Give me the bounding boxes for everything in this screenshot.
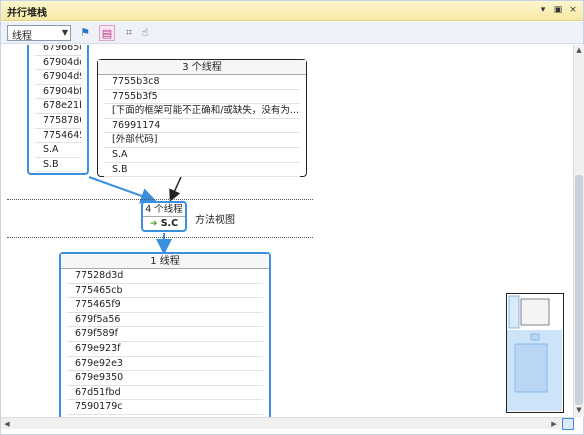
title-bar: 并行堆栈 ▾ ▣ × xyxy=(1,1,583,21)
stack-frame-row[interactable]: 77587865 xyxy=(35,114,81,129)
stack-frame-row[interactable]: [外部代码] xyxy=(104,133,300,148)
stack-frame-row[interactable]: 7755b3c8 xyxy=(104,75,300,90)
method-node-header: 4 个线程 xyxy=(143,203,185,217)
current-thread-icon: ➜ xyxy=(149,219,158,229)
zoom-icon[interactable]: ⌗ xyxy=(121,25,137,41)
chevron-down-icon: ▼ xyxy=(61,28,68,37)
close-button[interactable]: × xyxy=(567,4,579,16)
method-view-label: 方法视图 xyxy=(195,215,235,226)
stack-header: 3 个线程 xyxy=(98,60,306,75)
minimap-toggle-icon[interactable] xyxy=(562,418,574,430)
view-select-value: 线程 xyxy=(12,31,32,42)
connector-left-to-method xyxy=(88,176,157,204)
method-node[interactable]: 4 个线程 ➜ S.C xyxy=(141,201,187,232)
stack-frame-row[interactable]: 7590179c xyxy=(67,400,263,415)
stack-frame-row[interactable]: S.B xyxy=(104,163,300,178)
minimap-thumbnail xyxy=(507,295,562,411)
stack-frame-row[interactable]: S.A xyxy=(104,148,300,163)
stack-frame-row[interactable]: 67904dc9 xyxy=(35,56,81,71)
stack-frame-row[interactable]: 67d51fbd xyxy=(67,386,263,401)
window-dropdown-button[interactable]: ▾ xyxy=(537,4,549,16)
stack-frame-row[interactable]: 775465f9 xyxy=(67,298,263,313)
stack-frame-row[interactable]: 679e9350 xyxy=(67,371,263,386)
scroll-left-icon[interactable]: ◀ xyxy=(2,419,12,429)
stack-frame-row[interactable]: 679f589f xyxy=(67,327,263,342)
stack-frame-row[interactable]: S.A xyxy=(35,143,81,158)
scroll-down-icon[interactable]: ▼ xyxy=(574,405,584,415)
stack-frame-row[interactable]: 77528d3d xyxy=(67,269,263,284)
left-thread-stack[interactable]: 679665c9 67904dc9 67904d94 67904bf2 678e… xyxy=(27,45,89,175)
connector-stack3-to-method xyxy=(169,176,182,202)
scroll-right-icon[interactable]: ▶ xyxy=(549,419,559,429)
stack-frame-row[interactable]: 77546457 xyxy=(35,129,81,144)
stack-frame-row[interactable]: S.B xyxy=(35,158,81,173)
stack-frame-row[interactable]: 679e923f xyxy=(67,342,263,357)
vertical-scrollbar[interactable]: ▲ ▼ xyxy=(573,45,584,417)
filter-icon[interactable]: ⚑ xyxy=(77,25,93,41)
stack-frame-row[interactable]: 679e92e3 xyxy=(67,357,263,372)
window-title: 并行堆栈 xyxy=(7,8,47,19)
parallel-stacks-window: 并行堆栈 ▾ ▣ × 线程 ▼ ⚑ ▤ ⌗ ☝ 679665 67904d 67… xyxy=(0,0,584,435)
stack-frame-row[interactable]: 7755b3f5 xyxy=(104,90,300,105)
stack-frame-row[interactable]: 67904bf2 xyxy=(35,85,81,100)
method-node-row[interactable]: ➜ S.C xyxy=(143,217,185,231)
hand-icon[interactable]: ☝ xyxy=(137,25,153,41)
stack-frame-row[interactable]: 679f5a56 xyxy=(67,313,263,328)
stack-frame-row[interactable]: 679665c9 xyxy=(35,45,81,56)
vertical-scroll-thumb[interactable] xyxy=(575,175,583,405)
view-select[interactable]: 线程 ▼ xyxy=(7,25,71,42)
scroll-up-icon[interactable]: ▲ xyxy=(574,45,584,55)
single-thread-stack[interactable]: 1 线程 77528d3d 775465cb 775465f9 679f5a56… xyxy=(59,252,271,417)
toggle-method-view-icon[interactable]: ▤ xyxy=(99,25,115,41)
bird-eye-minimap[interactable] xyxy=(506,293,564,413)
stack-frame-row[interactable]: 76991174 xyxy=(104,119,300,134)
pin-button[interactable]: ▣ xyxy=(552,4,564,16)
horizontal-scrollbar[interactable]: ◀ ▶ xyxy=(1,417,574,430)
stack-frame-row[interactable]: 67904d94 xyxy=(35,70,81,85)
method-view-separator-top xyxy=(7,199,313,200)
method-name: S.C xyxy=(160,218,179,229)
three-thread-stack[interactable]: 3 个线程 7755b3c8 7755b3f5 [下面的框架可能不正确和/或缺失… xyxy=(97,59,307,178)
stack-frame-row[interactable]: 678e21bb xyxy=(35,99,81,114)
stack-header: 1 线程 xyxy=(61,254,269,269)
diagram-canvas[interactable]: 679665c9 67904dc9 67904d94 67904bf2 678e… xyxy=(1,45,573,417)
toolbar: 线程 ▼ ⚑ ▤ ⌗ ☝ xyxy=(1,22,583,44)
method-view-separator-bottom xyxy=(7,237,313,238)
stack-frame-row[interactable]: [下面的框架可能不正确和/或缺失，没有为... xyxy=(104,104,300,119)
stack-frame-row[interactable]: 775465cb xyxy=(67,284,263,299)
